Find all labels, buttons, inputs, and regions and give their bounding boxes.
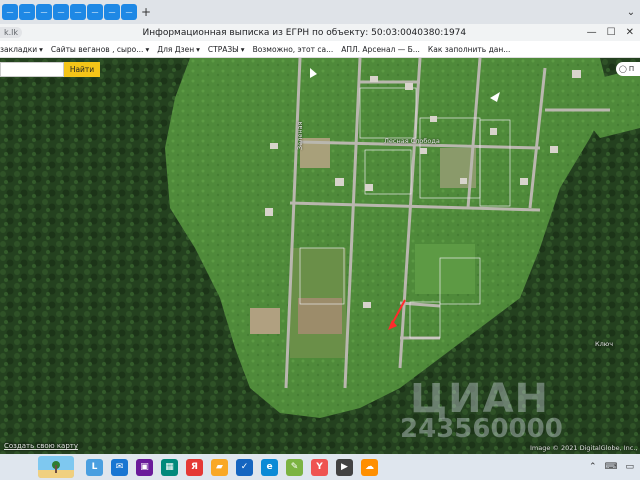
- yandex-browser-icon[interactable]: Y: [311, 458, 328, 476]
- taskbar: L ✉ ▣ ▦ Я ▰ ✓ e ✎ Y ▶ ☁ ⌃ ⌨ ▭: [0, 454, 640, 480]
- search-button[interactable]: Найти: [64, 62, 100, 77]
- close-icon[interactable]: ✕: [626, 27, 634, 38]
- chevron-down-icon: ▾: [145, 44, 150, 54]
- bookmark-item[interactable]: закладки ▾: [0, 45, 43, 54]
- village-label: Лесная Слобода: [384, 137, 440, 145]
- tab-favicon-icon[interactable]: —: [104, 4, 120, 20]
- edge-icon[interactable]: e: [261, 458, 278, 476]
- pinned-apps: L ✉ ▣ ▦ Я ▰ ✓ e ✎ Y ▶ ☁: [86, 458, 378, 476]
- tab-favicon-icon[interactable]: —: [87, 4, 103, 20]
- bookmark-item[interactable]: СТРАЗЫ ▾: [208, 45, 245, 54]
- street-label: Зеленая: [296, 121, 304, 150]
- chevron-down-icon: ▾: [240, 44, 245, 54]
- check-icon[interactable]: ✓: [236, 458, 253, 476]
- maximize-icon[interactable]: ☐: [607, 27, 616, 38]
- tab-favicon-icon[interactable]: —: [2, 4, 18, 20]
- bare-plot: [250, 308, 280, 334]
- taskbar-search-button[interactable]: [38, 456, 74, 478]
- watermark: ЦИАН 243560000: [400, 376, 563, 444]
- weather-icon[interactable]: ☁: [361, 458, 378, 476]
- bare-plot: [298, 298, 342, 334]
- bookmark-item[interactable]: Сайты веганов , сыро... ▾: [51, 45, 149, 54]
- tab-favicon-icon[interactable]: —: [19, 4, 35, 20]
- bookmark-item[interactable]: Для Дзен ▾: [157, 45, 200, 54]
- bookmarks-bar: закладки ▾ Сайты веганов , сыро... ▾ Для Дзе…: [0, 41, 640, 58]
- mail-icon[interactable]: ✉: [111, 458, 128, 476]
- radio-icon: ◯: [619, 65, 627, 73]
- media-icon[interactable]: ▣: [136, 458, 153, 476]
- tools-icon[interactable]: ✎: [286, 458, 303, 476]
- photos-icon[interactable]: ▦: [161, 458, 178, 476]
- bookmark-label: АПЛ. Арсенал — Б...: [341, 44, 420, 54]
- create-map-link[interactable]: Создать свою карту: [4, 442, 78, 450]
- address-search-input[interactable]: [0, 62, 64, 77]
- tab-favicon-icon[interactable]: —: [70, 4, 86, 20]
- bookmark-item[interactable]: Как заполнить дан...: [428, 45, 511, 54]
- field-plot: [415, 244, 475, 294]
- layer-toggle-label: П: [628, 65, 635, 73]
- chevron-down-icon: ▾: [196, 44, 200, 54]
- chevron-down-icon: ▾: [39, 44, 43, 54]
- url-chip[interactable]: k.lk: [0, 27, 23, 38]
- tab-favicon-icon[interactable]: —: [121, 4, 137, 20]
- learning-icon[interactable]: L: [86, 458, 103, 476]
- new-tab-button[interactable]: +: [138, 5, 154, 19]
- bookmark-item[interactable]: Возможно, этот са...: [253, 45, 334, 54]
- bookmark-label: Как заполнить дан...: [427, 44, 511, 54]
- bookmark-label: Для Дзен: [157, 44, 195, 54]
- bookmark-label: закладки: [0, 44, 38, 54]
- bookmark-label: Возможно, этот са...: [252, 44, 334, 54]
- player-icon[interactable]: ▶: [336, 458, 353, 476]
- notification-icon[interactable]: ▭: [625, 462, 634, 472]
- window-controls: — ☐ ✕: [587, 27, 640, 38]
- folder-icon[interactable]: ▰: [211, 458, 228, 476]
- bookmark-item[interactable]: АПЛ. Арсенал — Б...: [341, 45, 420, 54]
- tab-favicon-icon[interactable]: —: [36, 4, 52, 20]
- tab-search-icon[interactable]: ⌄: [622, 7, 640, 18]
- browser-tab-strip: — — — — — — — — + ⌄: [0, 0, 640, 24]
- tab-favicon-icon[interactable]: —: [53, 4, 69, 20]
- map-view[interactable]: Найти ◯ П Зеленая Лесная Слобода Ключ ЦИ…: [0, 58, 640, 454]
- keyboard-icon[interactable]: ⌨: [604, 462, 617, 472]
- imagery-copyright: Image © 2021 DigitalGlobe, Inc., ©: [530, 444, 640, 452]
- place-label: Ключ: [595, 340, 614, 348]
- page-title: Информационная выписка из ЕГРН по объект…: [142, 27, 467, 38]
- watermark-id: 243560000: [400, 414, 563, 444]
- bookmark-label: Сайты веганов , сыро...: [50, 44, 144, 54]
- yandex-icon[interactable]: Я: [186, 458, 203, 476]
- title-bar: k.lk Информационная выписка из ЕГРН по о…: [0, 24, 640, 41]
- minimize-icon[interactable]: —: [587, 27, 597, 38]
- tray-overflow-icon[interactable]: ⌃: [589, 462, 597, 472]
- system-tray: ⌃ ⌨ ▭: [589, 462, 640, 472]
- layer-toggle-button[interactable]: ◯ П: [616, 62, 640, 76]
- bookmark-label: СТРАЗЫ: [207, 44, 239, 54]
